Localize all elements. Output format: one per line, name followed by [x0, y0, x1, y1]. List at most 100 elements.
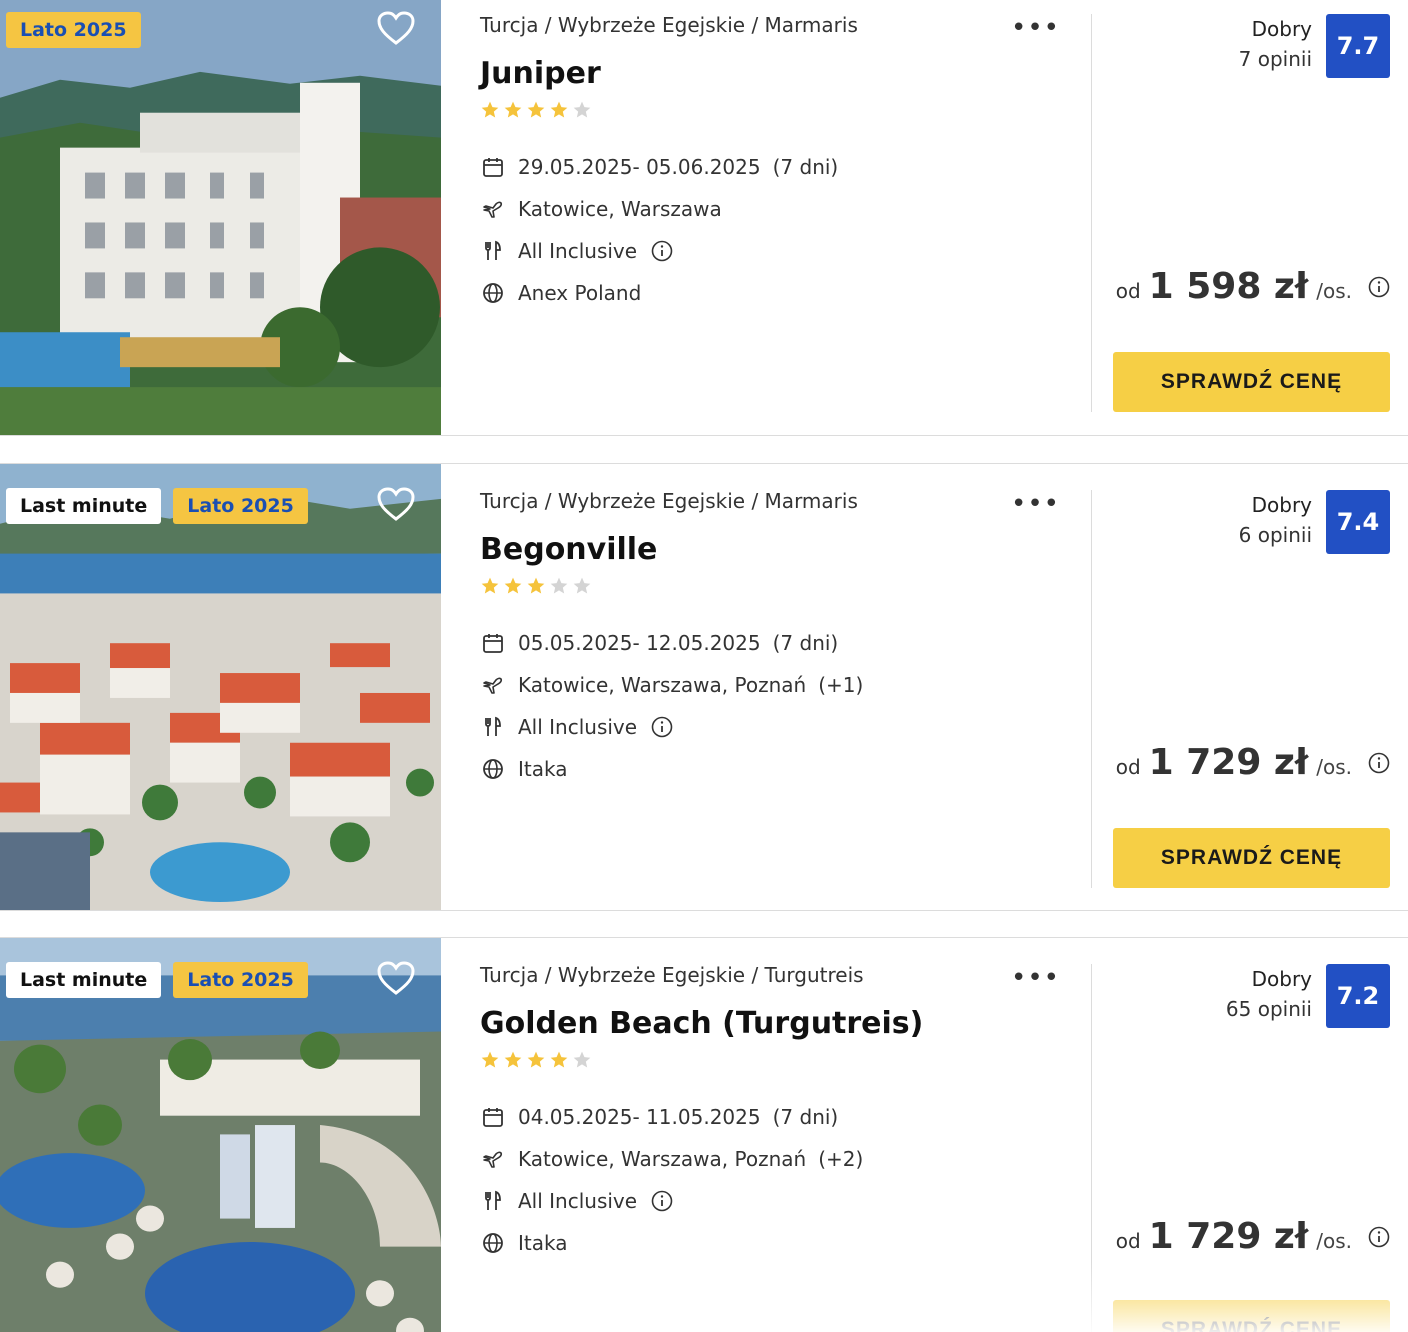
board-type: All Inclusive: [518, 715, 638, 739]
plane-icon: [480, 196, 506, 222]
price-amount: 1 729 zł: [1148, 742, 1309, 783]
cutlery-icon: [480, 714, 506, 740]
location-breadcrumb[interactable]: Turcja / Wybrzeże Egejskie / Marmaris: [480, 486, 1070, 516]
star-icon: [481, 577, 499, 594]
hotel-photo[interactable]: [0, 0, 441, 435]
info-icon[interactable]: [651, 240, 673, 262]
more-options-icon[interactable]: •••: [1011, 965, 1060, 991]
hotel-info: Turcja / Wybrzeże Egejskie / Marmaris ••…: [480, 486, 1070, 790]
dates-row: 04.05.2025- 11.05.2025 (7 dni): [480, 1096, 1070, 1138]
check-price-button[interactable]: SPRAWDŹ CENĘ: [1113, 1300, 1390, 1332]
price-info-icon[interactable]: [1368, 1226, 1390, 1248]
departure-more-count[interactable]: (+2): [818, 1147, 863, 1171]
season-badge: Lato 2025: [173, 962, 308, 998]
season-badge: Lato 2025: [173, 488, 308, 524]
hotel-photo[interactable]: [0, 464, 441, 910]
cutlery-icon: [480, 238, 506, 264]
price-prefix: od: [1115, 1229, 1141, 1253]
star-icon: [550, 101, 568, 118]
badge-group: Last minute Lato 2025: [6, 962, 308, 998]
hotel-info: Turcja / Wybrzeże Egejskie / Marmaris ••…: [480, 10, 1070, 314]
departure-airports: Katowice, Warszawa: [518, 197, 722, 221]
price-info-icon[interactable]: [1368, 752, 1390, 774]
operator-row: Itaka: [480, 748, 1070, 790]
star-icon: [481, 101, 499, 118]
price-amount: 1 729 zł: [1148, 1216, 1309, 1257]
globe-icon: [480, 756, 506, 782]
departure-airports: Katowice, Warszawa, Poznań: [518, 1147, 807, 1171]
star-icon: [481, 1051, 499, 1068]
price-info-icon[interactable]: [1368, 276, 1390, 298]
price-block: od 1 729 zł /os.: [1116, 1216, 1390, 1257]
travel-dates: 05.05.2025- 12.05.2025: [518, 631, 761, 655]
cutlery-icon: [480, 1188, 506, 1214]
board-type: All Inclusive: [518, 239, 638, 263]
hotel-name[interactable]: Begonville: [480, 532, 1070, 568]
globe-icon: [480, 1230, 506, 1256]
board-row: All Inclusive: [480, 230, 1070, 272]
hotel-info: Turcja / Wybrzeże Egejskie / Turgutreis …: [480, 960, 1070, 1264]
badge-group: Lato 2025: [6, 12, 141, 48]
hotel-card[interactable]: Last minute Lato 2025 Turcja / Wybrzeże E…: [0, 463, 1408, 911]
travel-dates: 29.05.2025- 05.06.2025: [518, 155, 761, 179]
operator-row: Itaka: [480, 1222, 1070, 1264]
price-block: od 1 598 zł /os.: [1116, 266, 1390, 307]
review-count[interactable]: 7 opinii: [1239, 44, 1312, 74]
departures-row: Katowice, Warszawa, Poznań (+1): [480, 664, 1070, 706]
star-icon: [504, 1051, 522, 1068]
column-divider: [1091, 14, 1092, 412]
trip-duration: (7 dni): [772, 1105, 839, 1129]
badge-group: Last minute Lato 2025: [6, 488, 308, 524]
hotel-card[interactable]: Last minute Lato 2025 Turcja / Wybrzeże E…: [0, 937, 1408, 1332]
info-icon[interactable]: [651, 716, 673, 738]
check-price-button[interactable]: SPRAWDŹ CENĘ: [1113, 828, 1390, 888]
calendar-icon: [480, 154, 506, 180]
price-amount: 1 598 zł: [1148, 266, 1309, 307]
hotel-name[interactable]: Juniper: [480, 56, 1070, 92]
tour-operator: Itaka: [518, 1231, 568, 1255]
review-count[interactable]: 65 opinii: [1226, 994, 1312, 1024]
trip-duration: (7 dni): [772, 155, 839, 179]
price-suffix: /os.: [1316, 755, 1352, 779]
heart-icon[interactable]: [376, 486, 416, 522]
tour-operator: Anex Poland: [518, 281, 642, 305]
price-suffix: /os.: [1316, 1229, 1352, 1253]
heart-icon[interactable]: [376, 960, 416, 996]
departure-airports: Katowice, Warszawa, Poznań: [518, 673, 807, 697]
price-prefix: od: [1115, 279, 1141, 303]
score-badge: 7.2: [1326, 964, 1390, 1028]
hotel-card[interactable]: Lato 2025 Turcja / Wybrzeże Egejskie / M…: [0, 0, 1408, 436]
star-icon: [573, 577, 591, 594]
score-badge: 7.4: [1326, 490, 1390, 554]
departure-more-count[interactable]: (+1): [818, 673, 863, 697]
calendar-icon: [480, 630, 506, 656]
star-rating: [480, 1050, 1070, 1072]
more-options-icon[interactable]: •••: [1011, 15, 1060, 41]
review-rating[interactable]: Dobry 7 opinii 7.7: [1239, 14, 1390, 78]
star-icon: [573, 1051, 591, 1068]
more-options-icon[interactable]: •••: [1011, 491, 1060, 517]
operator-row: Anex Poland: [480, 272, 1070, 314]
location-breadcrumb[interactable]: Turcja / Wybrzeże Egejskie / Marmaris: [480, 10, 1070, 40]
info-icon[interactable]: [651, 1190, 673, 1212]
price-suffix: /os.: [1316, 279, 1352, 303]
star-icon: [527, 101, 545, 118]
heart-icon[interactable]: [376, 10, 416, 46]
rating-label: Dobry: [1251, 493, 1312, 517]
review-rating[interactable]: Dobry 6 opinii 7.4: [1239, 490, 1390, 554]
check-price-button[interactable]: SPRAWDŹ CENĘ: [1113, 352, 1390, 412]
star-icon: [504, 101, 522, 118]
location-breadcrumb[interactable]: Turcja / Wybrzeże Egejskie / Turgutreis: [480, 960, 1070, 990]
star-icon: [527, 1051, 545, 1068]
board-row: All Inclusive: [480, 1180, 1070, 1222]
review-rating[interactable]: Dobry 65 opinii 7.2: [1226, 964, 1390, 1028]
review-count[interactable]: 6 opinii: [1239, 520, 1312, 550]
season-badge: Lato 2025: [6, 12, 141, 48]
star-icon: [550, 577, 568, 594]
column-divider: [1091, 490, 1092, 888]
hotel-name[interactable]: Golden Beach (Turgutreis): [480, 1006, 1070, 1042]
last-minute-badge: Last minute: [6, 962, 162, 998]
departures-row: Katowice, Warszawa: [480, 188, 1070, 230]
rating-label: Dobry: [1251, 967, 1312, 991]
column-divider: [1091, 964, 1092, 1332]
